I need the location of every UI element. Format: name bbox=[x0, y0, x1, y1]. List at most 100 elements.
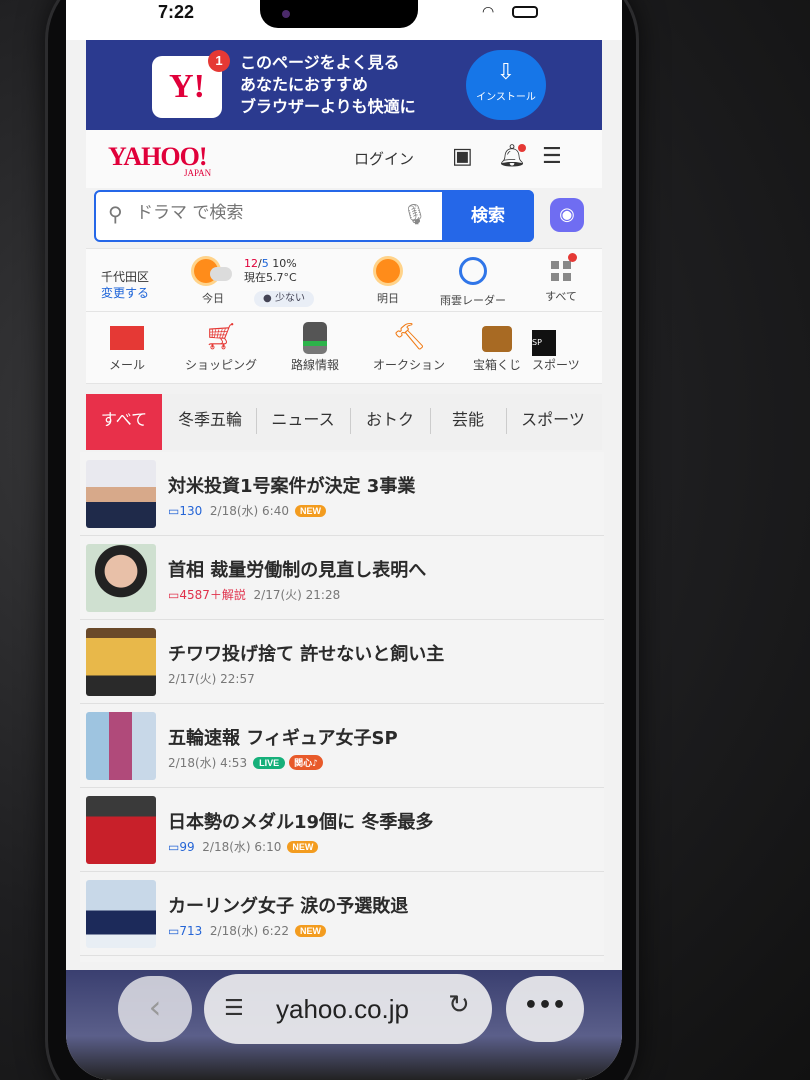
service-mail[interactable]: メール bbox=[82, 318, 172, 373]
radar-label: 雨雲レーダー bbox=[440, 294, 506, 307]
news-date: 2/17(火) 22:57 bbox=[168, 672, 255, 686]
banner-line-2: あなたにおすすめ bbox=[240, 75, 369, 94]
grid-icon bbox=[551, 261, 571, 281]
weather-widget: 千代田区 変更する 今日 12/5 10% 現在5.7°C ● 少ない 明日 雨… bbox=[86, 248, 602, 312]
news-item[interactable]: チワワ投げ捨て 許せないと飼い主 2/17(火) 22:57 bbox=[80, 620, 604, 704]
category-tabs: すべて 冬季五輪 ニュース おトク 芸能 スポーツ bbox=[86, 394, 602, 450]
search-input[interactable] bbox=[136, 203, 396, 223]
service-label: スポーツ bbox=[532, 358, 580, 372]
search-icon: ⚲ bbox=[108, 202, 123, 226]
news-list: 対米投資1号案件が決定 3事業 ▭130 2/18(水) 6:40 NEW 首相 … bbox=[80, 452, 604, 962]
mail-icon bbox=[110, 326, 144, 350]
reload-icon[interactable]: ↻ bbox=[448, 990, 470, 1020]
install-label: インストール bbox=[476, 92, 536, 103]
login-link[interactable]: ログイン bbox=[354, 148, 414, 169]
news-meta: ▭99 2/18(水) 6:10 NEW bbox=[168, 838, 319, 855]
today-label: 今日 bbox=[202, 292, 224, 305]
news-meta: ▭713 2/18(水) 6:22 NEW bbox=[168, 922, 326, 939]
radar-icon bbox=[459, 257, 487, 285]
service-transit[interactable]: 路線情報 bbox=[270, 318, 360, 373]
search-button[interactable]: 検索 bbox=[442, 190, 534, 242]
back-button[interactable]: ‹ bbox=[118, 976, 192, 1042]
change-location-link[interactable]: 変更する bbox=[92, 285, 158, 301]
news-item[interactable]: 日本勢のメダル19個に 冬季最多 ▭99 2/18(水) 6:10 NEW bbox=[80, 788, 604, 872]
tab-entertainment[interactable]: 芸能 bbox=[432, 394, 504, 450]
news-thumbnail bbox=[86, 460, 156, 528]
page-menu-icon[interactable]: ☰ bbox=[224, 996, 244, 1021]
tab-divider bbox=[506, 408, 507, 434]
news-item[interactable]: 対米投資1号案件が決定 3事業 ▭130 2/18(水) 6:40 NEW bbox=[80, 452, 604, 536]
comment-count: 713 bbox=[179, 924, 203, 938]
service-label: メール bbox=[108, 358, 145, 372]
battery-icon bbox=[512, 6, 538, 18]
tab-winter-olympics[interactable]: 冬季五輪 bbox=[166, 394, 254, 450]
menu-icon[interactable]: ☰ bbox=[542, 144, 562, 169]
news-item[interactable]: 首相 裁量労働制の見直し表明へ ▭4587＋解説 2/17(火) 21:28 bbox=[80, 536, 604, 620]
sun-icon bbox=[376, 259, 400, 283]
news-date: 2/18(水) 6:10 bbox=[202, 840, 282, 854]
weather-tomorrow[interactable]: 明日 bbox=[348, 249, 428, 313]
service-auction[interactable]: 🔨︎ オークション bbox=[364, 318, 454, 373]
pollen-level: 少ない bbox=[274, 293, 305, 304]
tab-deals[interactable]: おトク bbox=[352, 394, 428, 450]
bookmark-add-icon[interactable]: ▣ bbox=[452, 144, 473, 169]
services-row: メール 🛒︎ ショッピング 路線情報 🔨︎ オークション 宝箱くじ SP スポー… bbox=[86, 312, 602, 384]
news-meta: ▭4587＋解説 2/17(火) 21:28 bbox=[168, 586, 340, 603]
assistant-chat-icon[interactable]: ◉ bbox=[550, 198, 584, 232]
install-button[interactable]: ⇩ インストール bbox=[466, 50, 546, 120]
banner-message: このページをよく見る あなたにおすすめ ブラウザーよりも快適に bbox=[240, 52, 416, 118]
search-box: ⚲ 🎙︎ 検索 bbox=[94, 190, 534, 242]
microphone-icon[interactable]: 🎙︎ bbox=[402, 202, 427, 226]
tab-news[interactable]: ニュース bbox=[258, 394, 348, 450]
app-install-banner[interactable]: Y! 1 このページをよく見る あなたにおすすめ ブラウザーよりも快適に ⇩ イ… bbox=[86, 40, 602, 130]
service-sports[interactable]: SP スポーツ bbox=[532, 318, 602, 373]
news-thumbnail bbox=[86, 712, 156, 780]
news-thumbnail bbox=[86, 880, 156, 948]
site-header: YAHOO! JAPAN ログイン ▣ 🔔︎ ☰ bbox=[86, 130, 602, 188]
status-time: 7:22 bbox=[158, 2, 195, 22]
notification-badge: 1 bbox=[208, 50, 230, 72]
tab-all[interactable]: すべて bbox=[86, 394, 162, 450]
tab-divider bbox=[350, 408, 351, 434]
weather-today[interactable]: 今日 bbox=[178, 249, 248, 313]
temp-high: 12 bbox=[244, 257, 258, 270]
cloud-icon bbox=[210, 267, 232, 281]
comment-icon: ▭ bbox=[168, 588, 180, 602]
all-services-link[interactable]: すべて bbox=[526, 249, 596, 313]
wifi-icon: ◠ bbox=[482, 4, 495, 20]
news-thumbnail bbox=[86, 544, 156, 612]
service-shopping[interactable]: 🛒︎ ショッピング bbox=[176, 318, 266, 373]
news-date: 2/18(水) 6:22 bbox=[209, 924, 289, 938]
news-item[interactable]: カーリング女子 涙の予選敗退 ▭713 2/18(水) 6:22 NEW bbox=[80, 872, 604, 956]
all-services-dot bbox=[568, 253, 577, 262]
precip-chance: 10% bbox=[272, 257, 297, 270]
comment-icon: ▭ bbox=[168, 504, 180, 518]
news-headline: 対米投資1号案件が決定 3事業 bbox=[168, 476, 416, 497]
news-headline: 日本勢のメダル19個に 冬季最多 bbox=[168, 812, 434, 833]
sports-icon: SP bbox=[532, 330, 556, 356]
cart-icon: 🛒︎ bbox=[204, 322, 238, 352]
yahoo-logo-sub: JAPAN bbox=[184, 168, 212, 178]
news-item[interactable]: 五輪速報 フィギュア女子SP 2/18(水) 4:53 LIVE 関心♪ bbox=[80, 704, 604, 788]
temp-low: 5 bbox=[261, 257, 269, 270]
comment-count: 4587＋解説 bbox=[179, 588, 246, 602]
service-label: ショッピング bbox=[184, 358, 257, 372]
live-badge: LIVE bbox=[253, 757, 286, 769]
news-thumbnail bbox=[86, 796, 156, 864]
more-button[interactable]: ••• bbox=[506, 976, 584, 1042]
service-lottery[interactable]: 宝箱くじ bbox=[452, 318, 542, 373]
news-date: 2/18(水) 4:53 bbox=[168, 756, 248, 770]
news-headline: カーリング女子 涙の予選敗退 bbox=[168, 896, 409, 917]
pollen-badge: ● 少ない bbox=[254, 291, 314, 307]
address-bar[interactable]: ☰ yahoo.co.jp ↻ bbox=[204, 974, 492, 1044]
news-headline: チワワ投げ捨て 許せないと飼い主 bbox=[168, 644, 445, 665]
tab-sports[interactable]: スポーツ bbox=[508, 394, 598, 450]
service-label: 路線情報 bbox=[290, 358, 339, 372]
tab-divider bbox=[430, 408, 431, 434]
comment-count: 99 bbox=[179, 840, 195, 854]
rain-radar-link[interactable]: 雨雲レーダー bbox=[428, 249, 518, 313]
service-label: 宝箱くじ bbox=[472, 358, 521, 372]
banner-line-3: ブラウザーよりも快適に bbox=[240, 97, 416, 116]
news-meta: 2/17(火) 22:57 bbox=[168, 670, 255, 687]
browser-toolbar: ‹ ☰ yahoo.co.jp ↻ ••• bbox=[66, 970, 622, 1080]
